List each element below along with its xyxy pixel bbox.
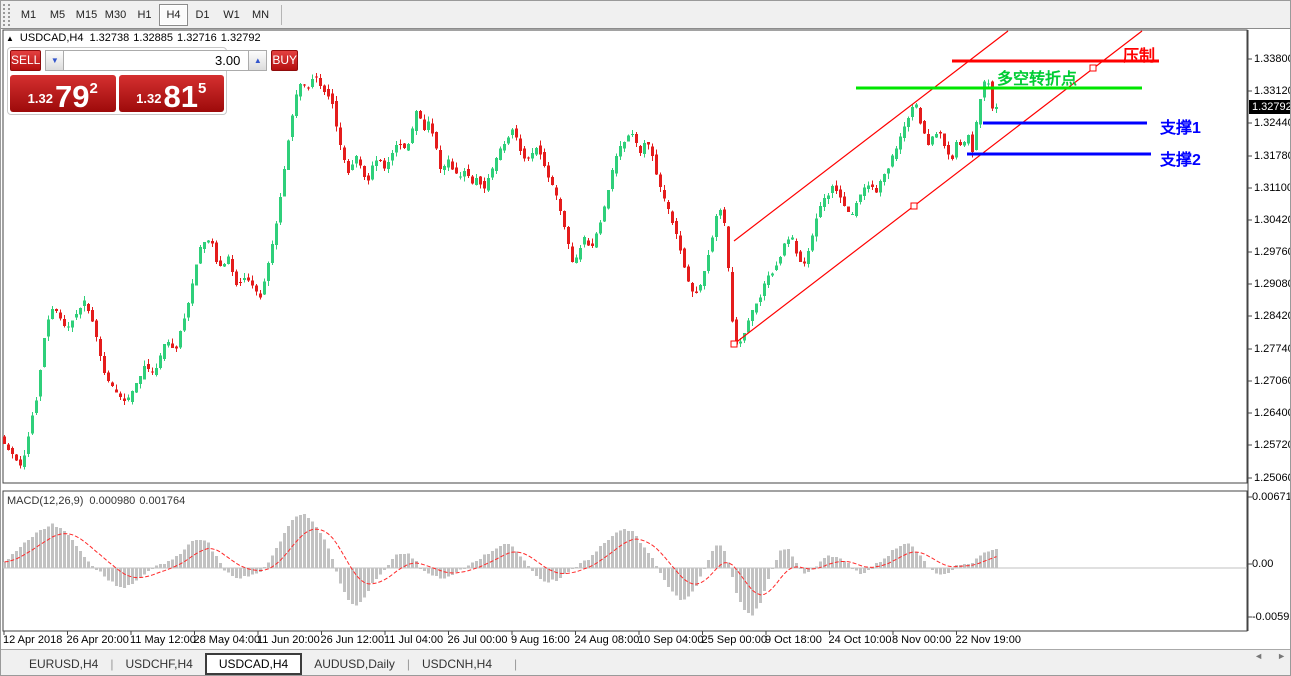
buy-price-main: 81 [163,83,197,110]
mt4-terminal-window: M1M5M15M30H1H4D1W1MN ▲ USDCAD,H4 1.32738… [0,0,1291,676]
time-tick-label: 22 Nov 19:00 [956,634,1021,646]
volume-input[interactable] [64,50,248,71]
panel-collapse-icon[interactable]: ▲ [6,34,14,43]
macd-value-1: 0.000980 [89,495,135,507]
ohlc-high: 1.32885 [133,32,173,44]
macd-tick-label: -0.005925 [1252,611,1291,623]
macd-tick-label: 0.00 [1252,558,1273,570]
tab-scroll-left-icon[interactable]: ◄ [1254,651,1263,661]
time-tick-label: 24 Aug 08:00 [575,634,640,646]
chart-tabs: EURUSD,H4 | USDCHF,H4USDCAD,H4AUDUSD,Daily… [17,653,517,675]
current-price-tag: 1.32792 [1249,100,1291,114]
sell-price-pip: 2 [89,80,97,97]
macd-title: MACD(12,26,9) [7,495,83,507]
price-tick-label: 1.25060 [1254,472,1291,484]
price-tick-label: 1.30420 [1254,214,1291,226]
price-tick-label: 1.31100 [1254,182,1291,194]
price-tick-label: 1.25720 [1254,439,1291,451]
time-tick-label: 11 Jun 20:00 [257,634,320,646]
sell-button[interactable]: SELL [10,50,41,71]
chart-symbol-header: ▲ USDCAD,H4 1.32738 1.32885 1.32716 1.32… [6,32,261,44]
macd-indicator-header: MACD(12,26,9) 0.000980 0.001764 [7,495,185,507]
support2-label: 支撑2 [1160,146,1201,170]
price-tick-label: 1.33120 [1254,85,1291,97]
one-click-trading-panel: SELL ▼ ▲ BUY 1.32 79 2 1.32 81 5 [7,47,227,115]
price-tick-label: 1.29760 [1254,246,1291,258]
time-tick-label: 8 Nov 00:00 [892,634,951,646]
price-tick-label: 1.28420 [1254,310,1291,322]
volume-decrease-button[interactable]: ▼ [45,50,64,71]
time-tick-label: 26 Jun 12:00 [321,634,385,646]
support1-label: 支撑1 [1160,114,1201,138]
time-tick-label: 25 Sep 00:00 [702,634,767,646]
chart-tab-eurusd[interactable]: EURUSD,H4 [17,654,110,674]
ohlc-close: 1.32792 [221,32,261,44]
chart-tab-bar: EURUSD,H4 | USDCHF,H4USDCAD,H4AUDUSD,Daily… [1,649,1291,676]
time-tick-label: 12 Apr 2018 [3,634,62,646]
price-tick-label: 1.32440 [1254,117,1291,129]
buy-button[interactable]: BUY [271,50,298,71]
chart-symbol: USDCAD,H4 [20,32,84,44]
time-tick-label: 28 May 04:00 [194,634,261,646]
buy-price-box[interactable]: 1.32 81 5 [119,75,225,112]
time-tick-label: 11 Jul 04:00 [384,634,443,646]
time-tick-label: 11 May 12:00 [130,634,196,646]
time-tick-label: 10 Sep 04:00 [638,634,703,646]
time-tick-label: 9 Aug 16:00 [511,634,570,646]
time-tick-label: 24 Oct 10:00 [829,634,892,646]
macd-value-2: 0.001764 [139,495,185,507]
sell-price-box[interactable]: 1.32 79 2 [10,75,116,112]
sell-price-prefix: 1.32 [28,91,53,106]
time-tick-label: 26 Jul 00:00 [448,634,508,646]
chart-tab-usdcad[interactable]: USDCAD,H4 [205,653,302,675]
tab-scroll-right-icon[interactable]: ► [1277,651,1286,661]
price-tick-label: 1.27740 [1254,343,1291,355]
price-tick-label: 1.29080 [1254,278,1291,290]
resistance-label: 压制 [1123,42,1155,66]
price-tick-label: 1.31780 [1254,150,1291,162]
ohlc-open: 1.32738 [90,32,130,44]
pivot-label: 多空转折点 [997,65,1077,89]
time-tick-label: 26 Apr 20:00 [67,634,129,646]
ohlc-low: 1.32716 [177,32,217,44]
price-tick-label: 1.33800 [1254,53,1291,65]
time-tick-label: 9 Oct 18:00 [765,634,822,646]
price-tick-label: 1.27060 [1254,375,1291,387]
sell-price-main: 79 [55,83,89,110]
buy-price-pip: 5 [198,80,206,97]
macd-tick-label: 0.006718 [1252,491,1291,503]
volume-increase-button[interactable]: ▲ [248,50,267,71]
tab-separator: | [514,657,517,671]
chart-tab-usdcnh[interactable]: USDCNH,H4 [410,654,504,674]
chart-tab-audusd[interactable]: AUDUSD,Daily [302,654,407,674]
tab-scrollbar: ◄ ► [1254,651,1286,661]
price-tick-label: 1.26400 [1254,407,1291,419]
chart-tab-usdchf[interactable]: USDCHF,H4 [113,654,204,674]
buy-price-prefix: 1.32 [136,91,161,106]
